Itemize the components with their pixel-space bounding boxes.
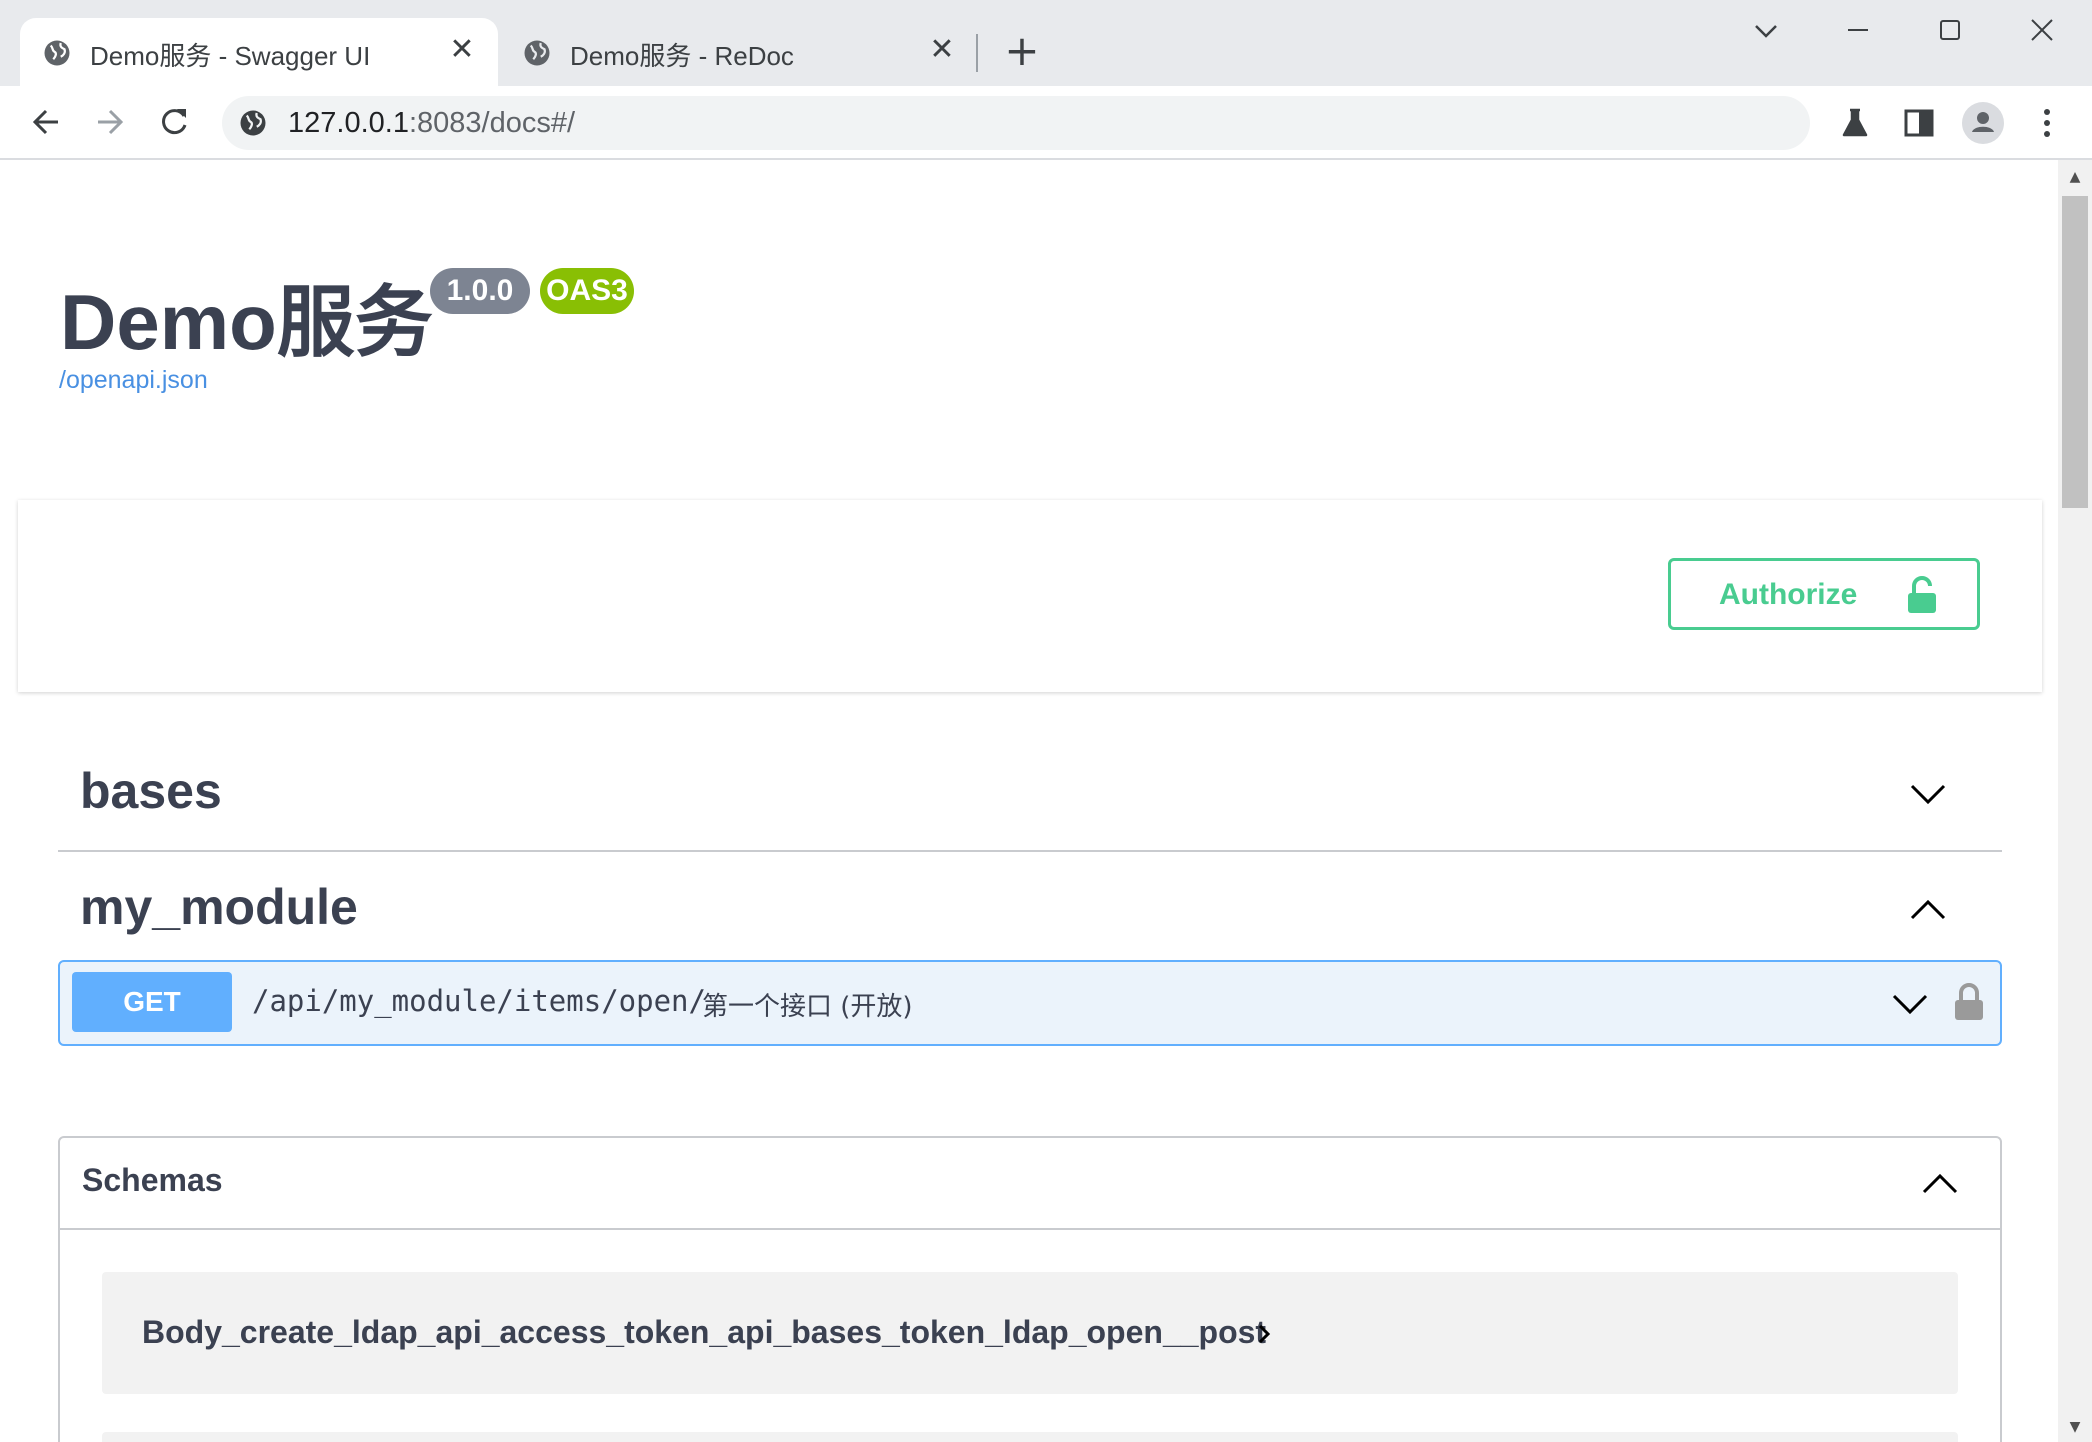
operation-get-items-open[interactable]: GET /api/my_module/items/open/ 第一个接口 (开放… — [58, 960, 2002, 1046]
scheme-container: Authorize — [18, 500, 2042, 692]
authorize-button[interactable]: Authorize — [1668, 558, 1980, 630]
tab-separator — [976, 34, 978, 72]
schemas-section: Schemas Body_create_ldap_api_access_toke… — [58, 1136, 2002, 1442]
minimize-icon[interactable] — [1828, 10, 1888, 50]
url-text[interactable]: 127.0.0.1:8083/docs#/ — [288, 107, 575, 140]
schemas-header[interactable]: Schemas — [60, 1138, 2000, 1230]
schema-name[interactable]: Body_create_ldap_api_access_token_api_ba… — [142, 1314, 1266, 1351]
http-method-badge: GET — [72, 972, 232, 1032]
openapi-json-link[interactable]: /openapi.json — [59, 366, 208, 395]
unlock-icon — [1908, 576, 1936, 613]
url-host: 127.0.0.1 — [288, 107, 409, 139]
version-badge: 1.0.0 — [430, 268, 530, 314]
tag-section-my-module[interactable]: my_module — [58, 852, 2002, 968]
chevron-right-icon[interactable] — [1252, 1322, 1276, 1346]
tab-redoc[interactable]: Demo服务 - ReDoc ✕ — [500, 18, 978, 86]
schema-item-partial — [102, 1432, 1958, 1442]
new-tab-button[interactable]: + — [998, 28, 1046, 76]
close-tab-icon[interactable]: ✕ — [444, 32, 480, 68]
authorize-label: Authorize — [1719, 578, 1858, 611]
chevron-down-icon[interactable] — [1890, 984, 1930, 1024]
tab-title: Demo服务 - ReDoc — [570, 41, 794, 71]
tag-name[interactable]: my_module — [80, 878, 358, 936]
lock-icon[interactable] — [1952, 982, 1986, 1022]
globe-icon — [524, 40, 550, 66]
scroll-down-icon[interactable]: ▼ — [2066, 1418, 2084, 1436]
profile-icon[interactable] — [1960, 100, 2006, 146]
forward-icon[interactable] — [84, 96, 136, 148]
globe-icon — [44, 40, 70, 66]
close-window-icon[interactable] — [2012, 10, 2072, 50]
oas-badge: OAS3 — [540, 268, 634, 314]
scroll-up-icon[interactable]: ▲ — [2066, 168, 2084, 186]
menu-icon[interactable] — [2024, 100, 2070, 146]
tab-strip: Demo服务 - Swagger UI ✕ Demo服务 - ReDoc ✕ + — [0, 0, 2092, 86]
schema-item[interactable]: Body_create_ldap_api_access_token_api_ba… — [102, 1272, 1958, 1394]
browser-toolbar: 127.0.0.1:8083/docs#/ — [0, 86, 2092, 160]
tag-section-bases[interactable]: bases — [58, 736, 2002, 852]
flask-icon[interactable] — [1832, 100, 1878, 146]
chevron-up-icon[interactable] — [1906, 888, 1950, 932]
scroll-thumb[interactable] — [2062, 196, 2088, 508]
tag-name[interactable]: bases — [80, 762, 222, 820]
globe-icon[interactable] — [238, 108, 268, 138]
operation-path: /api/my_module/items/open/ — [252, 984, 706, 1018]
tab-search-icon[interactable] — [1736, 10, 1796, 50]
close-tab-icon[interactable]: ✕ — [924, 32, 960, 68]
page-scrollbar[interactable]: ▲ ▼ — [2058, 160, 2092, 1442]
maximize-icon[interactable] — [1920, 10, 1980, 50]
back-icon[interactable] — [20, 96, 72, 148]
address-bar[interactable]: 127.0.0.1:8083/docs#/ — [222, 96, 1810, 150]
chevron-up-icon[interactable] — [1918, 1162, 1962, 1206]
side-panel-icon[interactable] — [1896, 100, 1942, 146]
api-info: Demo服务 — [60, 260, 433, 372]
tab-title: Demo服务 - Swagger UI — [90, 41, 371, 71]
reload-icon[interactable] — [148, 96, 200, 148]
api-title: Demo服务 — [60, 278, 433, 366]
browser-chrome: Demo服务 - Swagger UI ✕ Demo服务 - ReDoc ✕ + — [0, 0, 2092, 160]
tab-swagger-ui[interactable]: Demo服务 - Swagger UI ✕ — [20, 18, 498, 86]
url-path: :8083/docs#/ — [408, 107, 576, 139]
schemas-title: Schemas — [82, 1162, 223, 1198]
swagger-page: Demo服务 1.0.0 OAS3 /openapi.json Authoriz… — [0, 160, 2058, 1442]
chevron-down-icon[interactable] — [1906, 772, 1950, 816]
operation-summary: 第一个接口 (开放) — [702, 992, 913, 1022]
